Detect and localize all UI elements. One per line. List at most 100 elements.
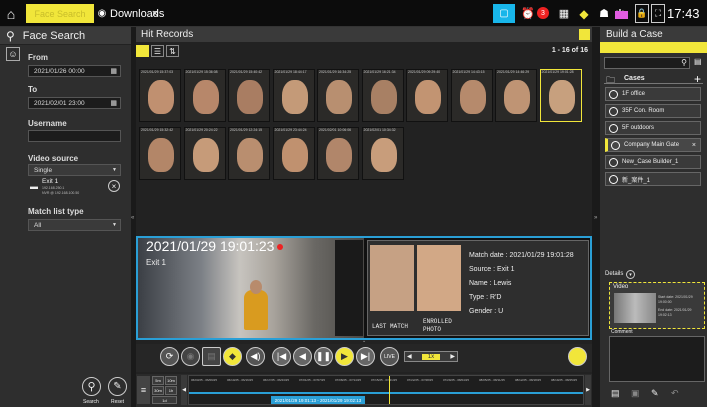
live-button[interactable]: LIVE xyxy=(380,347,399,366)
speed-up-icon[interactable]: ▶ xyxy=(450,353,455,360)
sort-icon[interactable]: ⇅ xyxy=(166,45,179,57)
tag-button[interactable]: ◆ xyxy=(223,347,242,366)
hit-thumbnail[interactable]: 2021/01/29 20:24:22 xyxy=(183,127,226,180)
case-search-icon xyxy=(611,141,620,150)
playhead[interactable] xyxy=(389,376,390,404)
new-file-icon[interactable]: ▤ xyxy=(694,57,705,69)
snapshot-button[interactable]: ◉ xyxy=(181,347,200,366)
hit-thumbnail[interactable]: 2021/01/29 14:46:29 xyxy=(495,69,537,122)
hit-thumbnail[interactable]: 2021/01/29 19:01:28 xyxy=(539,69,582,122)
hit-thumbnail[interactable]: 2021/01/29 15:40:42 xyxy=(228,69,270,122)
comment-input[interactable] xyxy=(609,336,705,382)
lock-icon[interactable]: 🔒 xyxy=(635,4,649,23)
save-icon[interactable]: ▣ xyxy=(631,388,640,399)
from-field[interactable]: 2021/01/26 00:00 ▦ xyxy=(28,65,121,77)
case-item[interactable]: Company Main Gate × xyxy=(605,138,701,152)
hit-thumbnail[interactable]: 2021/01/29 09:29:40 xyxy=(406,69,448,122)
speed-control[interactable]: ◀ 1x ▶ xyxy=(404,351,458,362)
case-item[interactable]: New_Case Builder_1 xyxy=(605,155,701,169)
reset-button[interactable]: ✎ xyxy=(108,377,127,396)
hit-thumbnail[interactable]: 2021/01/29 12:24:15 xyxy=(228,127,270,180)
edit-icon[interactable]: ✎ xyxy=(651,388,659,399)
hit-timestamp: 2021/01/29 09:29:40 xyxy=(408,70,441,74)
remove-camera-icon[interactable]: × xyxy=(108,180,120,192)
collapse-left-icon[interactable]: « xyxy=(131,215,134,221)
volume-button[interactable]: ◀) xyxy=(246,347,265,366)
face-icon[interactable]: ☺ xyxy=(6,47,20,61)
hit-thumbnail[interactable]: 2021/01/29 16:21:34 xyxy=(361,69,404,122)
hit-thumbnail[interactable]: 2021/01/29 23:44:24 xyxy=(272,127,315,180)
tag-icon[interactable]: ◆ xyxy=(577,4,591,23)
case-item[interactable]: 1F office xyxy=(605,87,701,101)
enrolled-photo[interactable] xyxy=(417,245,461,311)
face-image xyxy=(192,138,219,172)
hit-thumbnail[interactable]: 2021/01/29 18:44:17 xyxy=(272,69,315,122)
calendar-icon[interactable]: ▦ xyxy=(110,67,117,75)
case-item[interactable]: 35F Con. Room xyxy=(605,104,701,118)
alarm-icon[interactable]: ⏰ xyxy=(521,4,535,23)
speed-down-icon[interactable]: ◀ xyxy=(407,353,412,360)
case-close-icon[interactable]: × xyxy=(692,142,696,149)
fullscreen-icon[interactable]: ⛶ xyxy=(651,4,665,23)
hit-thumbnail[interactable]: 2021/01/29 15:32:42 xyxy=(139,127,181,180)
video-source-select[interactable]: Single ▼ xyxy=(28,164,121,176)
zoom-button[interactable]: 1h xyxy=(165,386,177,395)
zoom-button[interactable]: 30m xyxy=(152,386,164,395)
home-icon[interactable]: ⌂ xyxy=(2,4,20,23)
export-button[interactable]: ▤ xyxy=(202,347,221,366)
zoom-button[interactable]: 5m xyxy=(152,376,164,385)
search-button[interactable]: ⚲ xyxy=(82,377,101,396)
panel-toggle-icon[interactable] xyxy=(579,29,590,40)
case-panel: Build a Case ⚲ ▤ + 🗀 Cases Details ▾ Vid… xyxy=(600,27,707,407)
timeline-prev-icon[interactable]: ◀ xyxy=(181,375,187,405)
search-icon[interactable]: ⚲ xyxy=(681,58,687,67)
video-card[interactable]: Video Start date: 2021/01/29 19:00:00 En… xyxy=(609,282,705,329)
document-icon[interactable]: ▤ xyxy=(611,388,620,399)
refresh-button[interactable]: ⟳ xyxy=(160,347,179,366)
case-search-icon xyxy=(609,175,618,184)
play-button[interactable]: ▶ xyxy=(335,347,354,366)
list-view-icon[interactable]: ☰ xyxy=(151,45,164,57)
username-field[interactable] xyxy=(28,130,121,142)
hit-timestamp: 2021/01/29 19:01:28 xyxy=(541,70,574,74)
person-icon[interactable]: ☗ xyxy=(597,4,611,23)
server-icon[interactable]: ▦ xyxy=(555,4,573,23)
face-image xyxy=(148,138,174,172)
hit-thumbnail[interactable]: 2021/01/29 16:34:25 xyxy=(317,69,359,122)
calendar-icon[interactable]: ▦ xyxy=(110,99,117,107)
grid-view-icon[interactable] xyxy=(136,45,149,57)
hit-thumbnail[interactable]: 2021/01/29 14:43:15 xyxy=(450,69,493,122)
skip-back-button[interactable]: |◀ xyxy=(272,347,291,366)
hit-thumbnail[interactable]: 2021/02/01 10:34:32 xyxy=(361,127,404,180)
case-search-input[interactable]: ⚲ xyxy=(604,57,690,69)
skip-forward-button[interactable]: ▶| xyxy=(356,347,375,366)
add-to-case-button[interactable]: + xyxy=(568,347,587,366)
details-toggle-icon[interactable]: ▾ xyxy=(626,270,635,279)
timeline-track[interactable]: 06/03/25 - 06/09/25 06/10/25 - 06/16/25 06… xyxy=(188,375,584,405)
zoom-button[interactable]: 10m xyxy=(165,376,177,385)
hit-timestamp: 2021/01/29 14:43:15 xyxy=(452,70,485,74)
pause-button[interactable]: ❚❚ xyxy=(314,347,333,366)
collapse-right-icon[interactable]: » xyxy=(594,215,597,221)
match-list-select[interactable]: All ▼ xyxy=(28,219,121,231)
timeline-tick: 07/22/25 - 07/28/25 xyxy=(407,378,434,382)
timeline-selection[interactable]: 2021/01/29 19:01:13 - 2021/01/29 19:02:1… xyxy=(271,396,365,404)
case-item[interactable]: 5F outdoors xyxy=(605,121,701,135)
hit-thumbnail[interactable]: 2021/01/29 15:36:08 xyxy=(183,69,226,122)
to-field[interactable]: 2021/02/01 23:00 ▦ xyxy=(28,97,121,109)
undo-icon[interactable]: ↶ xyxy=(671,388,679,399)
case-item[interactable]: 新_案件_1 xyxy=(605,172,701,186)
tab-close-icon[interactable]: × xyxy=(150,4,160,23)
alert-badge[interactable]: 3 xyxy=(537,7,549,19)
zoom-button[interactable]: 1d xyxy=(152,396,177,404)
timeline-menu-icon[interactable]: ≡ xyxy=(137,376,150,404)
timeline-next-icon[interactable]: ▶ xyxy=(585,375,591,405)
layout-icon[interactable]: ▢ xyxy=(493,4,515,23)
tab-downloads[interactable]: Downloads xyxy=(110,4,164,23)
last-match-photo[interactable] xyxy=(370,245,414,311)
tab-face-search[interactable]: Face Search xyxy=(26,4,94,23)
hit-thumbnail[interactable]: 2021/02/01 10:06:06 xyxy=(317,127,359,180)
timeline-range-label: 2021/01/29 19:01:13 - 2021/01/29 19:02:1… xyxy=(274,397,362,403)
hit-thumbnail[interactable]: 2021/01/29 15:37:03 xyxy=(139,69,181,122)
step-back-button[interactable]: ◀ xyxy=(293,347,312,366)
